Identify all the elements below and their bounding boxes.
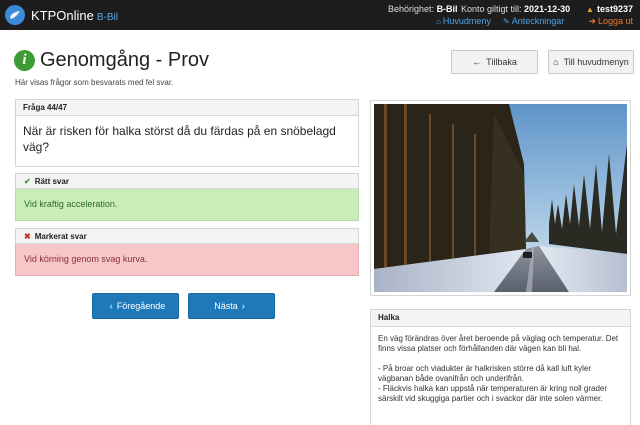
logout-label: Logga ut (597, 16, 633, 26)
logout-link[interactable]: ➜ Logga ut (588, 16, 633, 27)
home-icon: ⌂ (553, 57, 559, 67)
info-list-item: - Fläckvis halka kan uppstå när temperat… (378, 384, 607, 403)
previous-button[interactable]: ‹ Föregående (92, 293, 179, 319)
info-panel-body: En väg förändras över året beroende på v… (371, 327, 630, 411)
info-panel-title: Halka (371, 310, 630, 327)
main-menu-link-label: Huvudmeny (442, 16, 491, 26)
logout-icon: ➜ (588, 16, 596, 26)
correct-answer-header: ✔ Rätt svar (15, 173, 359, 189)
correct-answer-text: Vid kraftig acceleration. (15, 189, 359, 221)
username: test9237 (596, 4, 633, 14)
check-icon: ✔ (24, 177, 31, 186)
main-menu-link[interactable]: ⌂ Huvudmeny (436, 16, 491, 26)
account-valid-value: 2021-12-30 (524, 4, 571, 14)
arrow-left-icon: ← (472, 57, 482, 67)
back-button[interactable]: ← Tillbaka (451, 50, 538, 74)
previous-button-label: Föregående (116, 301, 166, 311)
next-button-label: Nästa (214, 301, 238, 311)
pencil-icon: ✎ (503, 17, 510, 26)
marked-answer-label: Markerat svar (34, 232, 87, 241)
question-image (370, 100, 631, 296)
main-menu-button-label: Till huvudmenyn (563, 57, 629, 67)
page-subtitle: Här visas frågor som besvarats med fel s… (15, 78, 174, 87)
info-panel: Halka En väg förändras över året beroend… (370, 309, 631, 425)
account-valid-info: Konto giltigt till: 2021-12-30 (461, 4, 570, 14)
info-paragraph: En väg förändras över året beroende på v… (378, 334, 619, 353)
user-icon: ▲ (586, 5, 594, 14)
chevron-right-icon: › (241, 301, 245, 311)
notes-link[interactable]: ✎ Anteckningar (503, 16, 564, 26)
account-valid-label: Konto giltigt till: (461, 4, 522, 14)
winter-road-photo (374, 104, 627, 292)
brand-name: KTPOnline (31, 8, 94, 23)
brand-sub: B-Bil (96, 12, 118, 23)
info-icon: i (14, 50, 35, 71)
globe-logo-icon[interactable] (5, 5, 25, 25)
marked-answer-header: ✖ Markerat svar (15, 228, 359, 244)
info-list-item: - På broar och viadukter är halkrisken s… (378, 364, 591, 383)
chevron-left-icon: ‹ (109, 301, 113, 311)
question-number: Fråga 44/47 (16, 100, 358, 116)
main-menu-button[interactable]: ⌂ Till huvudmenyn (548, 50, 634, 74)
question-panel: Fråga 44/47 När är risken för halka stör… (15, 99, 359, 167)
permission-info: Behörighet: B-Bil (388, 4, 458, 14)
home-icon: ⌂ (436, 17, 441, 26)
cross-icon: ✖ (24, 232, 31, 241)
brand[interactable]: KTPOnline B-Bil (31, 8, 118, 23)
permission-label: Behörighet: (388, 4, 435, 14)
back-button-label: Tillbaka (486, 57, 517, 67)
next-button[interactable]: Nästa › (188, 293, 275, 319)
top-navbar: KTPOnline B-Bil Behörighet: B-Bil Konto g… (0, 0, 640, 30)
page-title: Genomgång - Prov (40, 49, 209, 71)
correct-answer-label: Rätt svar (34, 177, 69, 186)
user-menu[interactable]: ▲ test9237 (586, 4, 633, 14)
marked-answer-text: Vid körning genom svag kurva. (15, 244, 359, 276)
permission-value: B-Bil (436, 4, 458, 14)
question-text: När är risken för halka störst då du fär… (23, 124, 336, 154)
notes-link-label: Anteckningar (511, 16, 565, 26)
